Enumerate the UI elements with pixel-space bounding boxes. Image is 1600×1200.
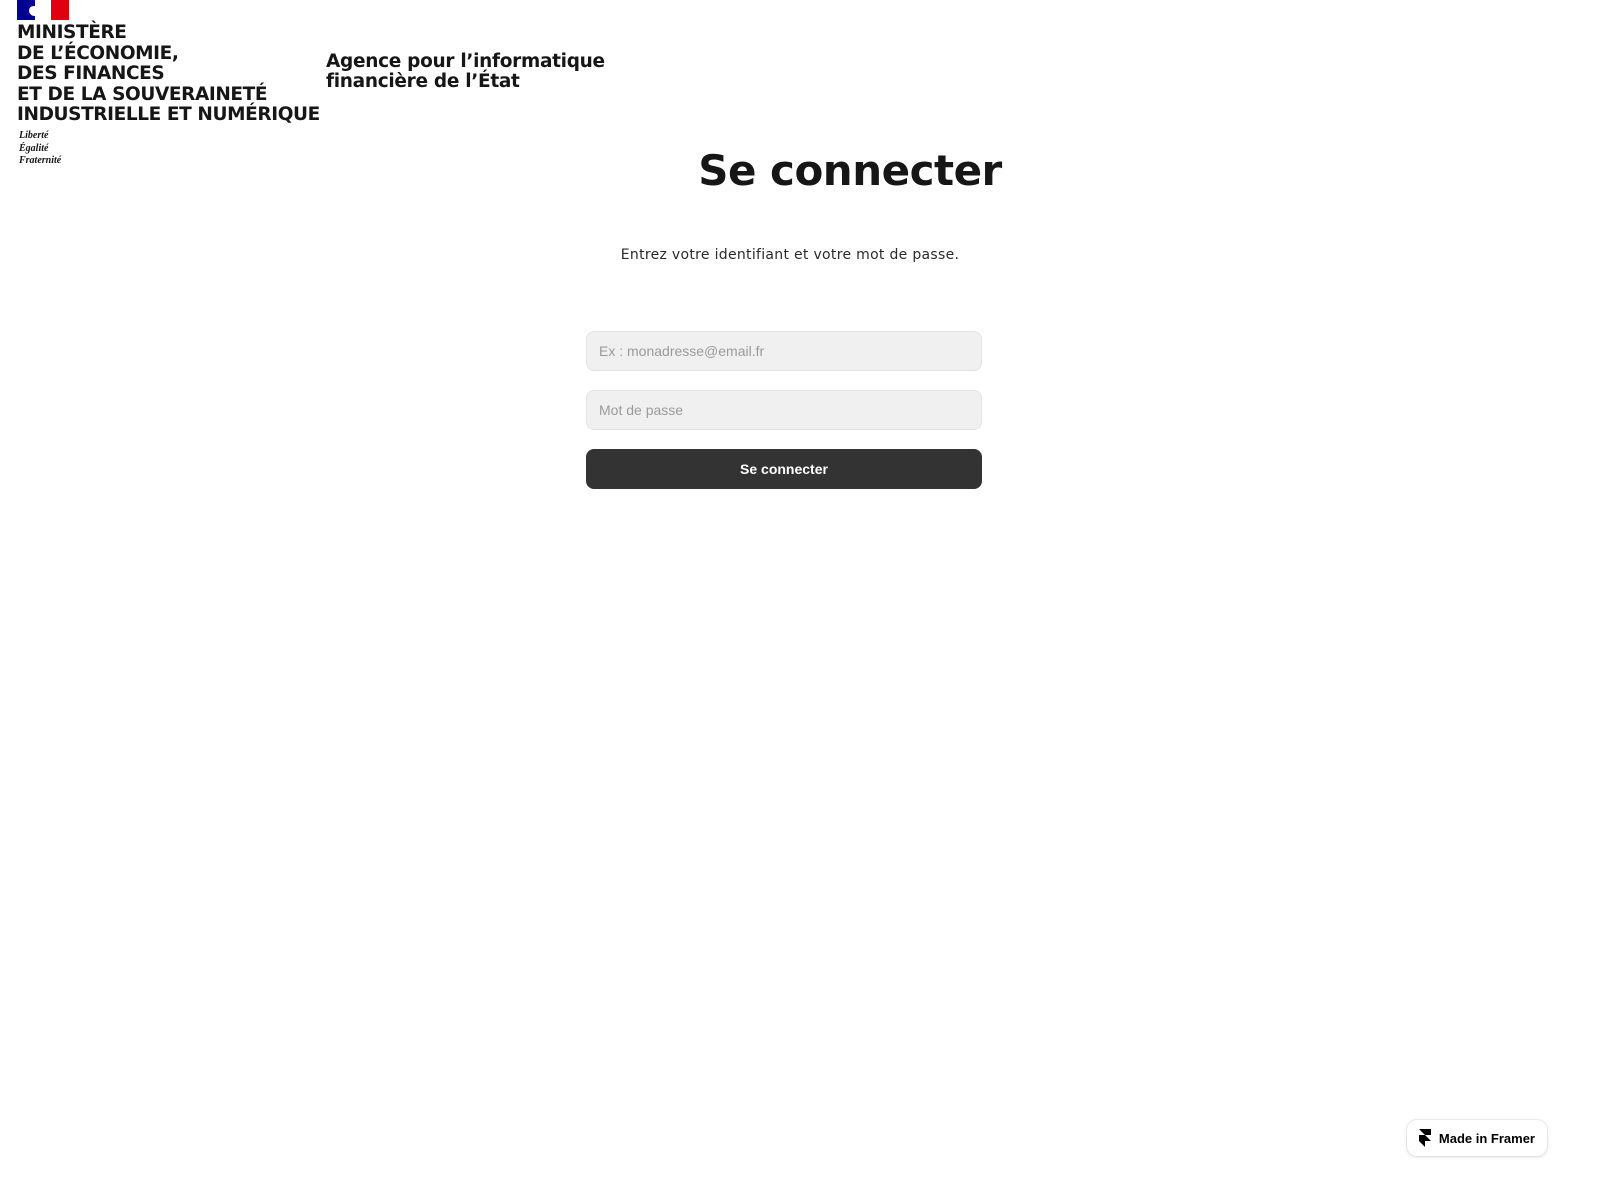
agency-name: Agence pour l’informatique financière de…: [326, 51, 605, 92]
password-input[interactable]: [586, 390, 982, 430]
site-header: MINISTÈRE DE L’ÉCONOMIE, DES FINANCES ET…: [17, 0, 657, 180]
email-input[interactable]: [586, 331, 982, 371]
marianne-flag-icon: [17, 0, 69, 20]
ministry-name: MINISTÈRE DE L’ÉCONOMIE, DES FINANCES ET…: [17, 22, 320, 125]
framer-logo-icon: [1418, 1129, 1431, 1147]
login-instructions: Entrez votre identifiant et votre mot de…: [620, 247, 960, 263]
made-in-framer-badge[interactable]: Made in Framer: [1406, 1120, 1547, 1156]
login-button[interactable]: Se connecter: [586, 449, 982, 489]
republic-motto: Liberté Égalité Fraternité: [19, 130, 62, 166]
page-title: Se connecter: [698, 146, 1002, 195]
badge-label: Made in Framer: [1438, 1130, 1535, 1146]
login-form: Se connecter: [586, 331, 982, 489]
